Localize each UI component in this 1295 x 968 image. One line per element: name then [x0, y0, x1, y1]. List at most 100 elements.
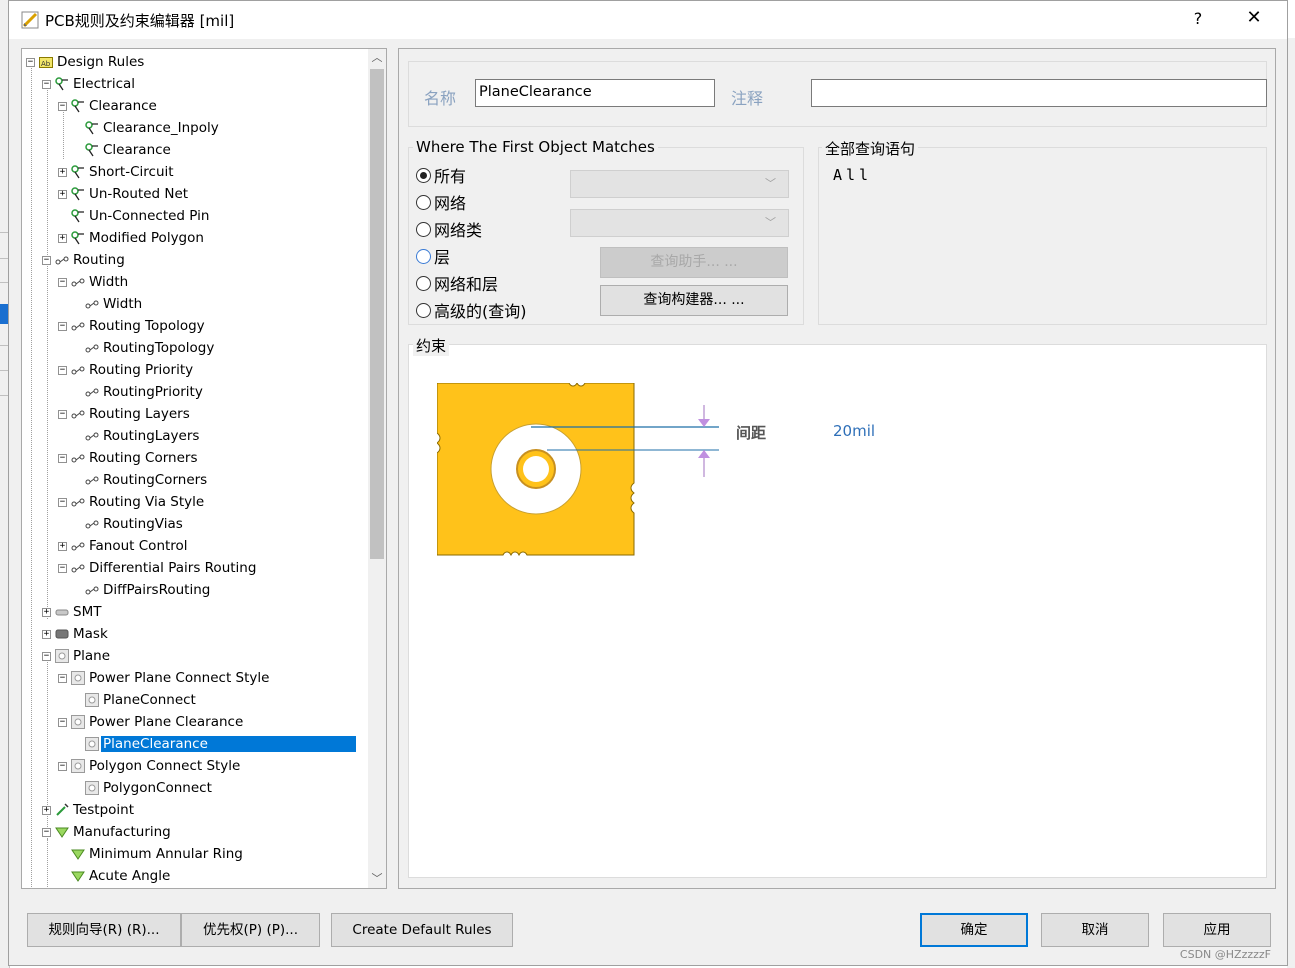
collapse-icon[interactable]: − — [58, 101, 67, 111]
tree-item[interactable]: − Routing Via Style — [58, 491, 206, 513]
netclass-combo[interactable]: ﹀ — [570, 209, 789, 237]
tree-item[interactable]: − Ab Design Rules — [26, 51, 146, 73]
scroll-thumb[interactable] — [370, 69, 384, 559]
tree-item[interactable]: − Routing Topology — [58, 315, 207, 337]
collapse-icon[interactable]: − — [58, 453, 67, 463]
tree-item[interactable]: RoutingTopology — [72, 337, 216, 359]
match-option[interactable]: 网络类 — [416, 217, 482, 241]
net-combo[interactable]: ﹀ — [570, 170, 789, 198]
tree-item[interactable]: Clearance_Inpoly — [72, 117, 221, 139]
cancel-button[interactable]: 取消 — [1041, 913, 1149, 947]
radio-icon[interactable] — [416, 194, 431, 210]
title-bar[interactable]: PCB规则及约束编辑器 [mil] ? ✕ — [9, 1, 1287, 39]
collapse-icon[interactable]: − — [42, 79, 51, 89]
tree-item[interactable]: − Electrical — [42, 73, 137, 95]
tree-item[interactable]: DiffPairsRouting — [72, 579, 212, 601]
tree-item-label: Manufacturing — [73, 824, 171, 840]
expand-icon[interactable]: + — [42, 607, 51, 617]
expand-icon[interactable]: + — [42, 805, 51, 815]
match-option-label: 高级的(查询) — [434, 302, 527, 321]
tree-item[interactable]: Minimum Annular Ring — [58, 843, 245, 865]
rules-tree[interactable]: − Ab Design Rules − Electrical − Clearance Clea… — [22, 49, 370, 888]
collapse-icon[interactable]: − — [58, 673, 67, 683]
radio-icon[interactable] — [416, 167, 431, 183]
collapse-icon[interactable]: − — [58, 277, 67, 287]
radio-icon[interactable] — [416, 221, 431, 237]
match-option[interactable]: 网络 — [416, 190, 466, 214]
match-option[interactable]: 高级的(查询) — [416, 298, 527, 322]
tree-item[interactable]: Clearance — [72, 139, 173, 161]
radio-icon[interactable] — [416, 275, 431, 291]
tree-item[interactable]: RoutingLayers — [72, 425, 201, 447]
tree-item[interactable]: + Modified Polygon — [58, 227, 206, 249]
tree-item-label: Clearance — [103, 142, 171, 158]
collapse-icon[interactable]: − — [42, 827, 51, 837]
match-option[interactable]: 网络和层 — [416, 271, 498, 295]
tree-item[interactable]: PlaneConnect — [72, 689, 198, 711]
tree-item[interactable]: + Un-Routed Net — [58, 183, 190, 205]
tree-item[interactable]: Un-Connected Pin — [58, 205, 211, 227]
name-input[interactable]: PlaneClearance — [475, 79, 715, 107]
match-option[interactable]: 层 — [416, 244, 450, 268]
collapse-icon[interactable]: − — [58, 365, 67, 375]
expand-icon[interactable]: + — [58, 233, 67, 243]
tree-item[interactable]: + SMT — [42, 601, 103, 623]
tree-item[interactable]: − Differential Pairs Routing — [58, 557, 258, 579]
match-option[interactable]: 所有 — [416, 163, 466, 187]
radio-icon[interactable] — [416, 248, 431, 264]
tree-item[interactable]: + Mask — [42, 623, 110, 645]
tree-item[interactable]: − Routing — [42, 249, 127, 271]
tree-item-label: Routing Corners — [89, 450, 198, 466]
ok-button[interactable]: 确定 — [920, 913, 1028, 947]
tree-item[interactable]: + Fanout Control — [58, 535, 190, 557]
scroll-up-icon[interactable]: ︿ — [368, 49, 386, 67]
help-button[interactable]: ? — [1187, 9, 1209, 28]
tree-item[interactable]: − Routing Layers — [58, 403, 192, 425]
tree-item[interactable]: − Polygon Connect Style — [58, 755, 242, 777]
tree-item[interactable]: − Manufacturing — [42, 821, 173, 843]
expand-icon[interactable]: + — [58, 189, 67, 199]
tree-item[interactable]: RoutingCorners — [72, 469, 209, 491]
tree-item[interactable]: RoutingPriority — [72, 381, 205, 403]
tree-item[interactable]: − Width — [58, 271, 130, 293]
radio-icon[interactable] — [416, 302, 431, 318]
rule-wizard-button[interactable]: 规则向导(R) (R)... — [27, 913, 181, 947]
tree-item[interactable]: − Clearance — [58, 95, 159, 117]
tree-item[interactable]: − Routing Priority — [58, 359, 195, 381]
tree-item-label: Modified Polygon — [89, 230, 204, 246]
tree-item[interactable]: Width — [72, 293, 144, 315]
scroll-down-icon[interactable]: ﹀ — [368, 870, 386, 888]
close-button[interactable]: ✕ — [1243, 7, 1265, 28]
tree-item[interactable]: PolygonConnect — [72, 777, 214, 799]
clearance-value[interactable]: 20mil — [833, 422, 875, 440]
tree-item[interactable]: − Routing Corners — [58, 447, 200, 469]
comment-input[interactable] — [811, 79, 1267, 107]
tree-scrollbar[interactable]: ︿ ﹀ — [368, 49, 386, 888]
tree-item[interactable]: RoutingVias — [72, 513, 185, 535]
query-helper-button[interactable]: 查询助手... ... — [600, 247, 788, 278]
collapse-icon[interactable]: − — [58, 563, 67, 573]
create-default-rules-button[interactable]: Create Default Rules — [331, 913, 513, 947]
apply-button[interactable]: 应用 — [1163, 913, 1271, 947]
collapse-icon[interactable]: − — [26, 57, 35, 67]
collapse-icon[interactable]: − — [58, 409, 67, 419]
tree-item[interactable]: − Power Plane Clearance — [58, 711, 245, 733]
tree-item[interactable]: − Plane — [42, 645, 112, 667]
expand-icon[interactable]: + — [42, 629, 51, 639]
query-builder-button[interactable]: 查询构建器... ... — [600, 285, 788, 316]
query-text[interactable]: All — [833, 166, 872, 184]
tree-item[interactable]: Acute Angle — [58, 865, 172, 887]
collapse-icon[interactable]: − — [58, 761, 67, 771]
tree-item[interactable]: + Testpoint — [42, 799, 136, 821]
tree-item[interactable]: − Power Plane Connect Style — [58, 667, 271, 689]
expand-icon[interactable]: + — [58, 167, 67, 177]
tree-item[interactable]: PlaneClearance — [72, 733, 356, 755]
collapse-icon[interactable]: − — [58, 321, 67, 331]
tree-item[interactable]: + Short-Circuit — [58, 161, 176, 183]
expand-icon[interactable]: + — [58, 541, 67, 551]
collapse-icon[interactable]: − — [58, 497, 67, 507]
collapse-icon[interactable]: − — [58, 717, 67, 727]
collapse-icon[interactable]: − — [42, 255, 51, 265]
priorities-button[interactable]: 优先权(P) (P)... — [181, 913, 320, 947]
collapse-icon[interactable]: − — [42, 651, 51, 661]
